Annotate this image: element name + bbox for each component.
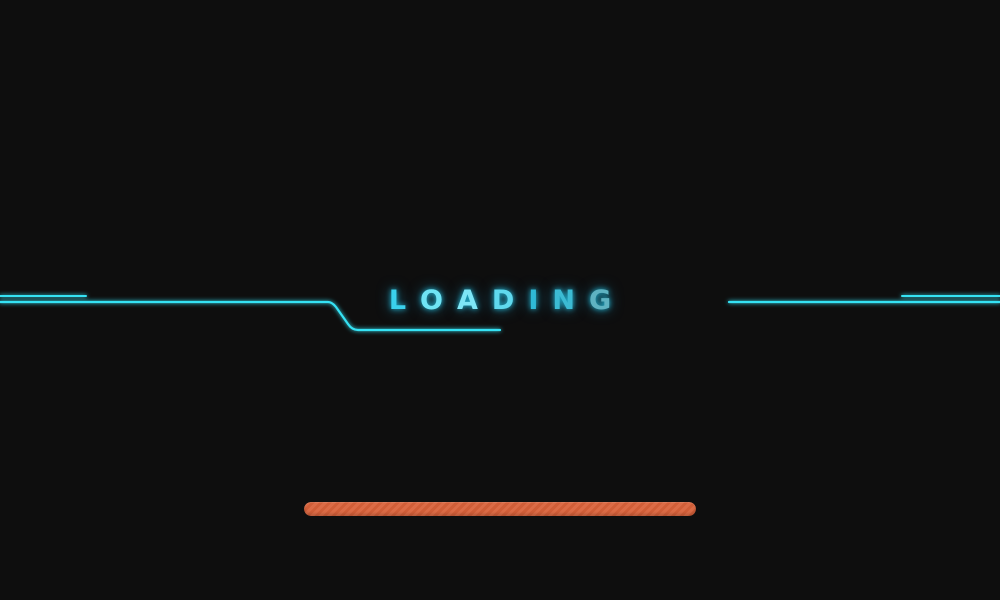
loading-letter: L — [388, 285, 421, 316]
loading-letter: G — [588, 285, 626, 316]
loading-letter: O — [420, 285, 457, 316]
loading-label: LOADING — [0, 284, 1000, 318]
loading-letter: I — [528, 285, 553, 316]
progress-bar-fill — [304, 502, 696, 516]
loading-letter: A — [457, 285, 492, 316]
loading-letter: N — [552, 285, 589, 316]
loading-screen: LOADING — [0, 0, 1000, 600]
loading-letter: D — [491, 285, 529, 316]
progress-bar — [304, 502, 696, 516]
